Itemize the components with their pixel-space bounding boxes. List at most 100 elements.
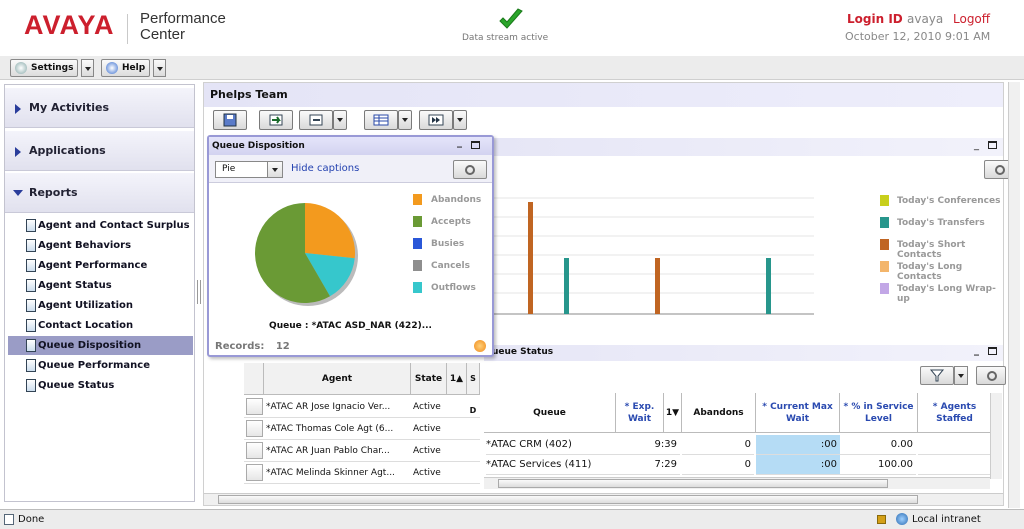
column-header-agent[interactable]: Agent	[264, 363, 411, 395]
import-dropdown-button[interactable]	[333, 110, 347, 130]
queue-caption: Queue : *ATAC ASD_NAR (422)...	[269, 321, 432, 331]
checkmark-icon	[499, 8, 523, 29]
settings-button[interactable]: Settings	[10, 59, 79, 77]
report-item-agent-status[interactable]: Agent Status	[8, 276, 193, 295]
column-header-current-max-wait[interactable]: * Current Max Wait	[756, 393, 840, 433]
column-header-agents-staffed[interactable]: * Agents Staffed	[918, 393, 992, 433]
exp-wait: 7:29	[616, 455, 680, 475]
bar	[528, 202, 533, 314]
help-dropdown-button[interactable]	[153, 59, 166, 77]
maximize-icon[interactable]	[988, 347, 997, 355]
legend-swatch	[413, 238, 422, 249]
current-datetime: October 12, 2010 9:01 AM	[845, 30, 991, 43]
logoff-link[interactable]: Logoff	[953, 12, 990, 26]
gear-icon	[465, 165, 475, 175]
column-header-abandons[interactable]: Abandons	[682, 393, 756, 433]
report-label: Queue Status	[38, 380, 115, 391]
report-item-agent-performance[interactable]: Agent Performance	[8, 256, 193, 275]
main-horizontal-scrollbar[interactable]	[204, 493, 1003, 505]
queue-status-settings-button[interactable]	[976, 366, 1006, 385]
playback-dropdown-button[interactable]	[453, 110, 467, 130]
report-item-queue-status[interactable]: Queue Status	[8, 376, 193, 395]
chart-type-select[interactable]: Pie	[215, 161, 283, 178]
chevron-down-icon	[85, 67, 91, 71]
report-label: Agent Utilization	[38, 300, 134, 311]
table-row[interactable]: *ATAC Melinda Skinner Agt... Active	[244, 462, 480, 484]
queue-disposition-panel[interactable]: Queue Disposition _ Pie Hide captions Ab…	[207, 135, 494, 357]
hide-captions-link[interactable]: Hide captions	[291, 163, 359, 174]
sidebar-section-applications[interactable]: Applications	[5, 131, 194, 171]
edit-pencil-icon[interactable]	[246, 420, 263, 437]
export-button[interactable]	[259, 110, 293, 130]
sidebar-section-reports[interactable]: Reports	[5, 173, 194, 213]
save-layout-button[interactable]	[213, 110, 247, 130]
maximize-icon[interactable]	[988, 141, 997, 149]
table-row[interactable]: *ATAC Thomas Cole Agt (6... Active	[244, 418, 480, 440]
edit-pencil-icon[interactable]	[246, 398, 263, 415]
column-header-queue[interactable]: Queue	[484, 393, 616, 433]
agent-name: *ATAC AR Juan Pablo Char...	[266, 446, 390, 456]
service-level-pct: 0.00	[840, 435, 916, 455]
legend-swatch	[880, 261, 889, 272]
username: avaya	[907, 12, 944, 26]
table-row[interactable]: *ATAC AR Jose Ignacio Ver... Active	[244, 396, 480, 418]
report-item-agent-contact-surplus[interactable]: Agent and Contact Surplus	[8, 216, 193, 235]
chevron-down-icon	[402, 118, 408, 122]
layout-dropdown-button[interactable]	[398, 110, 412, 130]
minimize-icon[interactable]: _	[974, 345, 979, 356]
agents-staffed	[918, 455, 992, 475]
minimize-icon[interactable]: _	[457, 134, 462, 152]
report-item-queue-disposition[interactable]: Queue Disposition	[8, 336, 193, 355]
column-header-s-d[interactable]: S D	[467, 363, 480, 415]
report-item-queue-performance[interactable]: Queue Performance	[8, 356, 193, 375]
report-item-agent-utilization[interactable]: Agent Utilization	[8, 296, 193, 315]
layout-grid-button[interactable]	[364, 110, 398, 130]
scrollbar-thumb[interactable]	[498, 479, 888, 488]
report-doc-icon	[26, 299, 36, 312]
page-vertical-scrollbar[interactable]	[1008, 82, 1020, 508]
column-sort-indicator[interactable]: 1▲	[447, 363, 467, 395]
edit-pencil-icon[interactable]	[246, 464, 263, 481]
queue-table-horizontal-scrollbar[interactable]	[484, 477, 990, 489]
service-level-pct: 100.00	[840, 455, 916, 475]
login-id-link[interactable]: Login ID	[847, 12, 903, 26]
report-doc-icon	[26, 339, 36, 352]
records-count: Records: 12	[215, 341, 290, 352]
agent-state: Active	[413, 468, 441, 478]
minimize-icon[interactable]: _	[974, 140, 979, 151]
panel-splitter[interactable]	[197, 280, 201, 304]
sort-order-number: 1	[665, 407, 673, 418]
queue-table-vertical-scrollbar[interactable]	[990, 393, 1002, 479]
playback-button[interactable]	[419, 110, 453, 130]
scrollbar-thumb[interactable]	[218, 495, 918, 504]
column-sort-indicator[interactable]: 1 ▼	[664, 393, 682, 433]
sidebar: My Activities Applications Reports Agent…	[4, 84, 195, 502]
abandons: 0	[682, 455, 754, 475]
import-button[interactable]	[299, 110, 333, 130]
maximize-icon[interactable]	[471, 141, 480, 149]
column-header-service-level[interactable]: * % in Service Level	[840, 393, 918, 433]
report-label: Queue Disposition	[38, 340, 142, 351]
table-row[interactable]: *ATAC AR Juan Pablo Char... Active	[244, 440, 480, 462]
edit-pencil-icon[interactable]	[246, 442, 263, 459]
top-toolbar: Settings Help	[0, 56, 1024, 80]
panel-titlebar[interactable]: Queue Disposition _	[209, 137, 492, 155]
filter-button[interactable]	[920, 366, 954, 385]
status-orb-icon[interactable]	[474, 340, 486, 352]
records-label: Records:	[215, 341, 265, 352]
bar-chart	[494, 197, 814, 315]
report-item-agent-behaviors[interactable]: Agent Behaviors	[8, 236, 193, 255]
settings-dropdown-button[interactable]	[81, 59, 94, 77]
agent-name: *ATAC Melinda Skinner Agt...	[266, 468, 395, 478]
column-header-state[interactable]: State	[411, 363, 447, 395]
column-header-exp-wait[interactable]: * Exp. Wait	[616, 393, 664, 433]
sidebar-section-my-activities[interactable]: My Activities	[5, 88, 194, 128]
agent-state: Active	[413, 424, 441, 434]
report-doc-icon	[26, 279, 36, 292]
report-label: Agent Behaviors	[38, 240, 132, 251]
records-value: 12	[275, 341, 290, 352]
report-item-contact-location[interactable]: Contact Location	[8, 316, 193, 335]
filter-dropdown-button[interactable]	[954, 366, 968, 385]
help-button[interactable]: Help	[101, 59, 151, 77]
panel-settings-button[interactable]	[453, 160, 487, 179]
